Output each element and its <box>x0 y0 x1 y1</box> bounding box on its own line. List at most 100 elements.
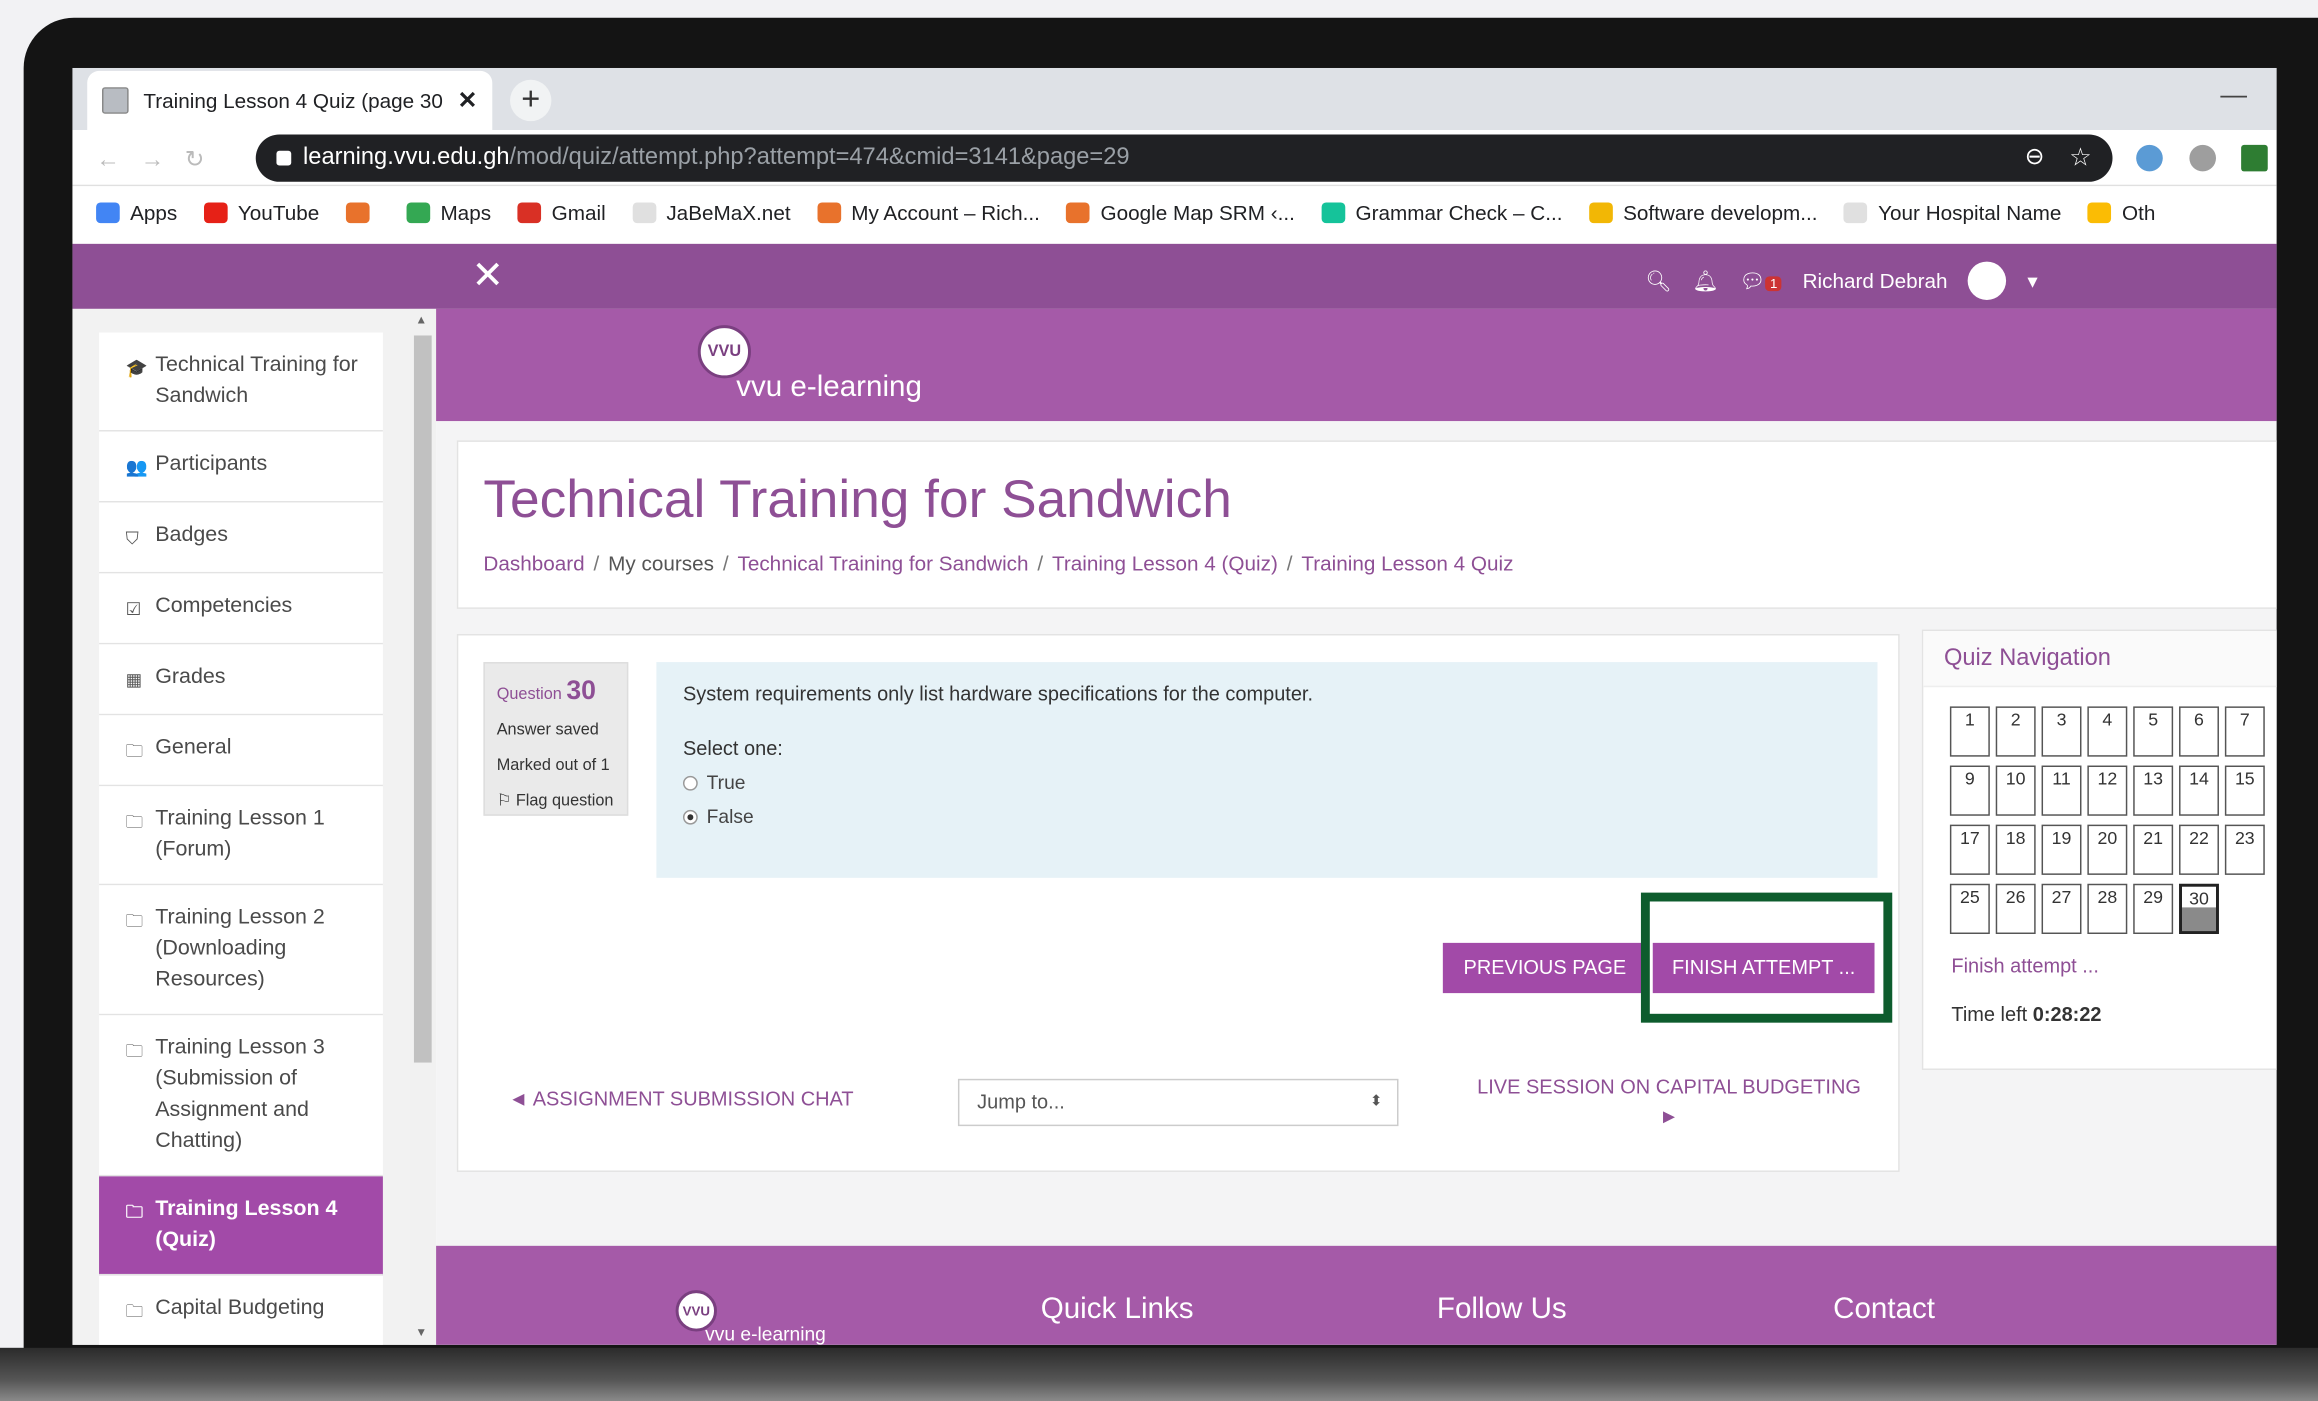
flag-question-link[interactable]: ⚐ Flag question <box>497 783 615 818</box>
bookmark-icon <box>345 202 370 224</box>
back-icon[interactable]: ← <box>96 148 140 173</box>
forward-icon[interactable]: → <box>140 148 184 173</box>
sidebar-item[interactable]: 🗀 Training Lesson 4 (Quiz) <box>99 1176 383 1276</box>
quiz-question-button[interactable]: 26 <box>1995 883 2036 935</box>
extension-icon[interactable] <box>2241 144 2268 172</box>
zoom-icon[interactable]: ⊖ <box>2025 134 2045 181</box>
quiz-question-button[interactable]: 12 <box>2087 765 2128 816</box>
sidebar-item[interactable]: ▦ Grades <box>99 644 383 716</box>
sidebar-item[interactable]: ☑ Competencies <box>99 573 383 645</box>
highlight-box <box>1640 892 1893 1023</box>
lock-icon <box>276 150 292 166</box>
bookmark-item[interactable]: My Account – Rich... <box>817 201 1040 225</box>
quiz-question-button[interactable]: 17 <box>1949 824 1990 875</box>
bookmark-item[interactable] <box>345 202 380 224</box>
sidebar-scrollbar[interactable]: ▲ ▼ <box>409 308 437 1345</box>
bookmark-item[interactable]: Oth <box>2088 201 2155 225</box>
scroll-down-icon[interactable]: ▼ <box>415 1326 427 1339</box>
avatar[interactable] <box>1968 261 2007 301</box>
sidebar-item[interactable]: 🎓 Technical Training for Sandwich <box>99 332 383 432</box>
bookmark-item[interactable]: Software developm... <box>1589 201 1818 225</box>
sidebar-item[interactable]: 🗀 Training Lesson 1 (Forum) <box>99 786 383 886</box>
jump-to-select[interactable]: Jump to... ⬍ <box>957 1078 1399 1127</box>
sidebar-item[interactable]: 🗀 Capital Budgeting <box>99 1275 383 1345</box>
quiz-question-button[interactable]: 20 <box>2087 824 2128 875</box>
breadcrumb-item[interactable]: Dashboard <box>483 551 584 575</box>
quiz-question-button[interactable]: 10 <box>1995 765 2036 816</box>
bookmark-star-icon[interactable]: ☆ <box>2069 134 2092 181</box>
quiz-question-button[interactable]: 2 <box>1995 706 2036 757</box>
bookmark-item[interactable]: Apps <box>96 201 177 225</box>
bookmark-icon <box>1589 202 1613 224</box>
quiz-question-button[interactable]: 1 <box>1949 706 1990 757</box>
sidebar-item[interactable]: 🗀 General <box>99 715 383 787</box>
quiz-question-button[interactable]: 9 <box>1949 765 1990 816</box>
search-icon[interactable]: 🔍︎ <box>1645 268 1671 293</box>
chevron-down-icon[interactable]: ▾ <box>2027 268 2037 293</box>
quiz-question-button[interactable]: 14 <box>2179 765 2219 816</box>
browser-tab[interactable]: Training Lesson 4 Quiz (page 30 of ✕ <box>87 70 493 131</box>
quiz-question-button[interactable]: 15 <box>2224 765 2265 816</box>
quiz-question-button[interactable]: 23 <box>2224 824 2265 875</box>
brand-name[interactable]: vvu e-learning <box>736 371 922 405</box>
extension-icon[interactable] <box>2136 144 2163 172</box>
breadcrumb-item[interactable]: My courses <box>608 551 714 575</box>
nav-buttons[interactable]: ←→↻ <box>96 145 225 175</box>
bookmark-item[interactable]: JaBeMaX.net <box>632 201 791 225</box>
quiz-question-button[interactable]: 27 <box>2041 883 2082 935</box>
quiz-question-button[interactable]: 19 <box>2041 824 2082 875</box>
quiz-question-button[interactable]: 3 <box>2041 706 2082 757</box>
reload-icon[interactable]: ↻ <box>185 148 226 173</box>
quiz-question-button[interactable]: 22 <box>2179 824 2219 875</box>
sidebar-item[interactable]: ⛉ Badges <box>99 502 383 574</box>
address-bar[interactable]: learning.vvu.edu.gh/mod/quiz/attempt.php… <box>255 134 2113 182</box>
breadcrumb-item[interactable]: Training Lesson 4 (Quiz) <box>1052 551 1278 575</box>
quiz-question-button[interactable]: 30 <box>2179 883 2219 935</box>
close-drawer-icon[interactable]: ✕ <box>472 253 504 299</box>
bell-icon[interactable]: 🔔︎ <box>1692 268 1718 293</box>
quiz-question-button[interactable]: 5 <box>2133 706 2174 757</box>
breadcrumb-item[interactable]: Training Lesson 4 Quiz <box>1301 551 1513 575</box>
bookmark-item[interactable]: Google Map SRM ‹... <box>1066 201 1295 225</box>
answer-option[interactable]: False <box>682 805 1851 828</box>
new-tab-button[interactable]: + <box>510 79 552 122</box>
quiz-question-button[interactable]: 21 <box>2133 824 2174 875</box>
previous-page-button[interactable]: PREVIOUS PAGE <box>1442 942 1647 994</box>
bookmark-item[interactable]: Maps <box>406 201 491 225</box>
extension-icon[interactable] <box>2189 144 2217 172</box>
scroll-up-icon[interactable]: ▲ <box>415 313 427 326</box>
minimize-button[interactable]: — <box>2220 80 2247 111</box>
answer-option[interactable]: True <box>682 771 1851 794</box>
bookmark-item[interactable]: Gmail <box>517 201 606 225</box>
quiz-question-button[interactable]: 29 <box>2133 883 2174 935</box>
quiz-question-button[interactable]: 11 <box>2041 765 2082 816</box>
tab-close-icon[interactable]: ✕ <box>458 86 478 116</box>
bookmark-item[interactable]: Your Hospital Name <box>1844 201 2061 225</box>
sidebar-item[interactable]: 👥 Participants <box>99 431 383 503</box>
contact-heading: Contact <box>1833 1293 1936 1326</box>
checkbox-icon: ☑ <box>125 598 142 620</box>
sidebar-item[interactable]: 🗀 Training Lesson 2 (Downloading Resource… <box>99 885 383 1016</box>
quiz-question-button[interactable]: 4 <box>2087 706 2128 757</box>
quiz-question-button[interactable]: 6 <box>2179 706 2219 757</box>
quiz-question-button[interactable]: 7 <box>2224 706 2265 757</box>
next-activity-link[interactable]: LIVE SESSION ON CAPITAL BUDGETING ► <box>1469 1073 1868 1132</box>
finish-attempt-link[interactable]: Finish attempt ... <box>1951 955 2099 977</box>
quiz-question-button[interactable]: 25 <box>1949 883 1990 935</box>
bookmark-item[interactable]: Grammar Check – C... <box>1321 201 1562 225</box>
bookmark-icon <box>1844 202 1868 224</box>
radio-button[interactable] <box>682 809 698 824</box>
time-left-value: 0:28:22 <box>2032 1003 2102 1026</box>
breadcrumb-item[interactable]: Technical Training for Sandwich <box>737 551 1028 575</box>
sidebar-item[interactable]: 🗀 Training Lesson 3 (Submission of Assign… <box>99 1015 383 1177</box>
quiz-question-button[interactable]: 28 <box>2087 883 2128 935</box>
bookmark-item[interactable]: YouTube <box>203 201 319 225</box>
folder-icon: 🗀 <box>125 740 144 762</box>
scrollbar-thumb[interactable] <box>413 335 432 1063</box>
messages-icon[interactable]: 💬︎ 1 <box>1739 268 1782 293</box>
prev-activity-link[interactable]: ◄ ASSIGNMENT SUBMISSION CHAT <box>509 1088 854 1110</box>
quiz-question-button[interactable]: 18 <box>1995 824 2036 875</box>
radio-button[interactable] <box>682 775 698 790</box>
user-name[interactable]: Richard Debrah <box>1803 269 1948 293</box>
quiz-question-button[interactable]: 13 <box>2133 765 2174 816</box>
